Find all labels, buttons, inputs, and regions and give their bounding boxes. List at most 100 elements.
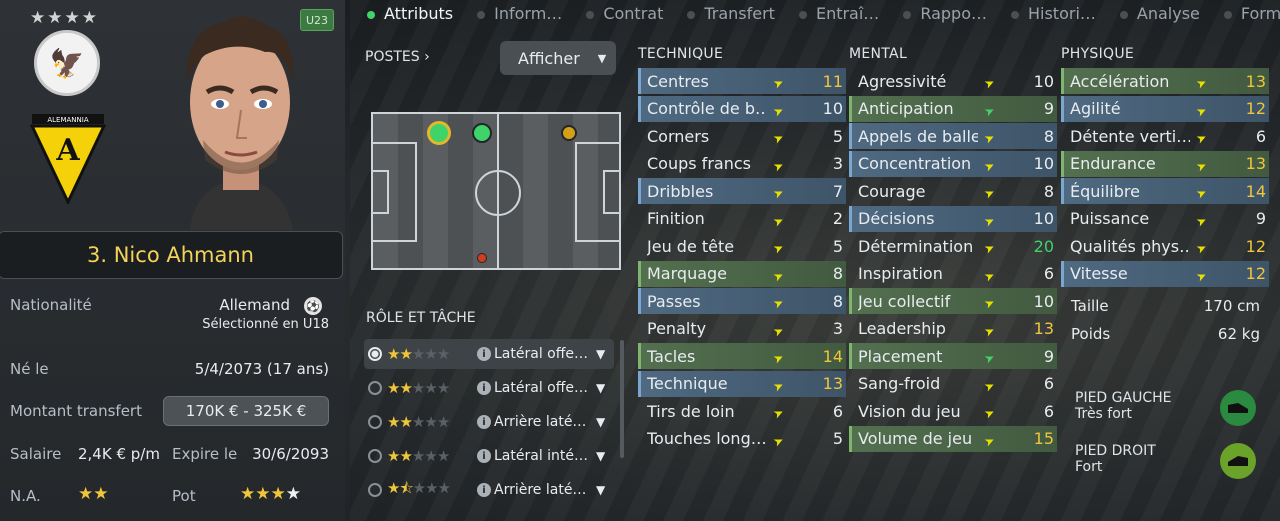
chevron-down-icon[interactable]: ▼	[596, 347, 605, 361]
attribute-row[interactable]: Jeu de tête ➤ 5	[638, 233, 846, 259]
roles-scrollbar[interactable]	[620, 340, 624, 458]
info-icon[interactable]: i	[477, 415, 491, 429]
tab-0[interactable]: Attributs	[355, 4, 465, 26]
show-dropdown[interactable]: Afficher ▼	[500, 41, 616, 75]
attribute-row[interactable]: Puissance ➤ 9	[1061, 206, 1269, 232]
position-dot-accomplished[interactable]	[561, 125, 577, 141]
attribute-row[interactable]: Détente verti… ➤ 6	[1061, 123, 1269, 149]
attribute-row[interactable]: Agressivité ➤ 10	[849, 68, 1057, 94]
attribute-name: Agressivité	[858, 71, 947, 91]
attribute-row[interactable]: Passes ➤ 8	[638, 288, 846, 314]
tab-5[interactable]: Rappo…	[891, 4, 999, 26]
svg-text:ALEMANNIA: ALEMANNIA	[47, 116, 88, 124]
transfer-value-box[interactable]: 170K € - 325K €	[163, 396, 329, 426]
role-radio[interactable]	[368, 449, 382, 463]
attribute-row[interactable]: Appels de balle ➤ 8	[849, 123, 1057, 149]
attribute-row[interactable]: Penalty ➤ 3	[638, 316, 846, 342]
attribute-name: Vitesse	[1070, 264, 1128, 283]
attribute-row[interactable]: Jeu collectif ➤ 10	[849, 288, 1057, 314]
tab-label: Rappo…	[920, 4, 987, 23]
attribute-row[interactable]: Détermination ➤ 20	[849, 233, 1057, 259]
attribute-row[interactable]: Technique ➤ 13	[638, 370, 846, 397]
tab-dot-icon	[367, 10, 375, 19]
player-name[interactable]: 3. Nico Ahmann	[0, 231, 343, 279]
tab-8[interactable]: Forme	[1212, 4, 1280, 26]
attribute-row[interactable]: Inspiration ➤ 6	[849, 261, 1057, 287]
attribute-row[interactable]: Coups francs ➤ 3	[638, 151, 846, 177]
role-radio[interactable]	[368, 381, 382, 395]
attribute-row[interactable]: Vitesse ➤ 12	[1061, 260, 1269, 287]
attribute-row[interactable]: Placement ➤ 9	[849, 343, 1057, 369]
attribute-value: 8	[832, 291, 843, 311]
attribute-row[interactable]: Volume de jeu ➤ 15	[849, 425, 1057, 452]
attribute-name: Volume de jeu	[858, 429, 973, 448]
attribute-row[interactable]: Finition ➤ 2	[638, 206, 846, 232]
position-dot-natural[interactable]	[427, 121, 451, 145]
attribute-value: 12	[1245, 99, 1266, 118]
info-icon[interactable]: i	[477, 347, 491, 361]
attribute-name: Appels de balle	[858, 126, 978, 146]
positions-title[interactable]: POSTES ›	[365, 49, 430, 65]
attribute-row[interactable]: Vision du jeu ➤ 6	[849, 398, 1057, 424]
role-row[interactable]: ★★★★★ i Arrière laté… ▼	[364, 407, 614, 437]
attribute-row[interactable]: Leadership ➤ 13	[849, 316, 1057, 342]
attribute-row[interactable]: Sang-froid ➤ 6	[849, 371, 1057, 397]
chevron-down-icon[interactable]: ▼	[596, 415, 605, 429]
role-radio[interactable]	[368, 415, 382, 429]
chevron-down-icon: ▼	[597, 51, 607, 65]
position-dot-natural[interactable]	[472, 123, 492, 143]
role-radio[interactable]	[368, 483, 382, 497]
attribute-value: 6	[1255, 126, 1266, 146]
tab-1[interactable]: Inform…	[465, 4, 574, 26]
attribute-name: Concentration	[858, 154, 972, 173]
role-row[interactable]: ★★★★★ i Latéral offe… ▼	[364, 373, 614, 403]
chevron-down-icon[interactable]: ▼	[596, 483, 605, 497]
attribute-value: 13	[1033, 319, 1054, 338]
attribute-name: Technique	[647, 374, 728, 393]
attribute-row[interactable]: Tirs de loin ➤ 6	[638, 398, 846, 424]
attribute-value: 3	[832, 154, 843, 173]
chevron-down-icon[interactable]: ▼	[596, 449, 605, 463]
role-row[interactable]: ★⯪★★★ i Arrière laté… ▼	[364, 475, 614, 505]
attribute-row[interactable]: Endurance ➤ 13	[1061, 150, 1269, 177]
attribute-row[interactable]: Qualités phys… ➤ 12	[1061, 233, 1269, 259]
attribute-name: Tacles	[647, 346, 696, 366]
attribute-name: Qualités phys…	[1070, 236, 1190, 256]
info-icon[interactable]: i	[477, 449, 491, 463]
attribute-row[interactable]: Décisions ➤ 10	[849, 205, 1057, 232]
attribute-name: Jeu collectif	[858, 291, 951, 311]
nationality-value[interactable]: Allemand	[219, 296, 290, 314]
mental-title: MENTAL	[849, 46, 908, 62]
attribute-row[interactable]: Tacles ➤ 14	[638, 343, 846, 369]
info-icon[interactable]: i	[477, 381, 491, 395]
tab-6[interactable]: Histori…	[999, 4, 1108, 26]
attribute-row[interactable]: Touches long… ➤ 5	[638, 426, 846, 452]
attribute-row[interactable]: Accélération ➤ 13	[1061, 68, 1269, 94]
attribute-row[interactable]: Centres ➤ 11	[638, 68, 846, 94]
attribute-row[interactable]: Agilité ➤ 12	[1061, 95, 1269, 122]
attribute-name: Centres	[647, 71, 709, 91]
attribute-value: 13	[1245, 154, 1266, 173]
tab-2[interactable]: Contrat	[574, 4, 675, 26]
info-icon[interactable]: i	[477, 483, 491, 497]
attribute-value: 12	[1245, 264, 1266, 283]
attribute-row[interactable]: Anticipation ➤ 9	[849, 95, 1057, 122]
attribute-row[interactable]: Corners ➤ 5	[638, 123, 846, 149]
role-row[interactable]: ★★★★★ i Latéral offe… ▼	[364, 339, 614, 369]
tab-3[interactable]: Transfert	[675, 4, 787, 26]
expires-value: 30/6/2093	[252, 445, 329, 463]
role-row[interactable]: ★★★★★ i Latéral inté… ▼	[364, 441, 614, 471]
player-profile-panel: ★★★★ 🦅 ALEMANNIA A U23 3. Nico Ahmann Na…	[0, 0, 345, 521]
position-dot-weak[interactable]	[477, 253, 487, 263]
attribute-row[interactable]: Équilibre ➤ 14	[1061, 178, 1269, 204]
tab-4[interactable]: Entraî…	[787, 4, 891, 26]
tab-7[interactable]: Analyse	[1108, 4, 1212, 26]
attribute-row[interactable]: Concentration ➤ 10	[849, 150, 1057, 177]
attribute-row[interactable]: Contrôle de b… ➤ 10	[638, 95, 846, 122]
chevron-down-icon[interactable]: ▼	[596, 381, 605, 395]
attribute-row[interactable]: Marquage ➤ 8	[638, 260, 846, 287]
role-radio[interactable]	[368, 347, 382, 361]
attribute-value: 9	[1043, 346, 1054, 366]
attribute-row[interactable]: Courage ➤ 8	[849, 178, 1057, 204]
attribute-row[interactable]: Dribbles ➤ 7	[638, 178, 846, 204]
